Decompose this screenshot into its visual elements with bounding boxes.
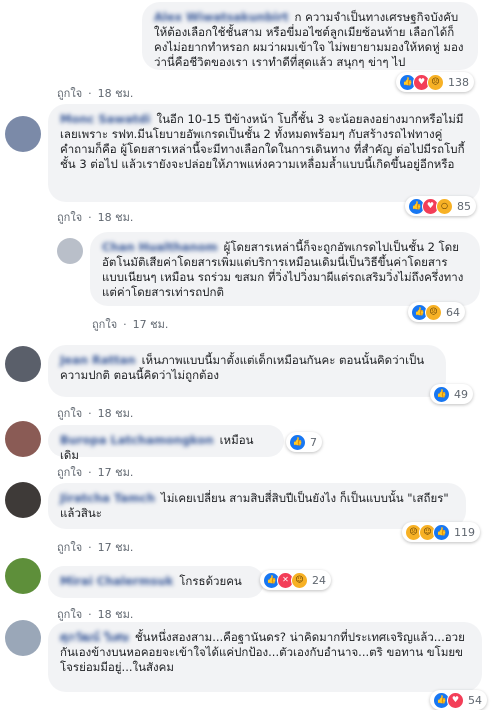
love-icon: ♥ (447, 691, 464, 709)
commenter-name[interactable]: Monc Sawatdi (60, 112, 150, 126)
avatar[interactable] (5, 620, 41, 656)
reaction-summary[interactable]: 👍 ☹ 64 (408, 302, 465, 322)
commenter-name[interactable]: Chan Hualthanom (102, 240, 218, 254)
comment-bubble: Alex Wiwatsakunbirt ก ความจำเป็นทางเศรษฐก… (142, 2, 478, 70)
commenter-name[interactable]: Alex Wiwatsakunbirt (154, 10, 289, 24)
comment-bubble: Buropa Latchamongkon เหมือนเดิม (48, 425, 284, 462)
reaction-count: 138 (448, 75, 469, 89)
reaction-count: 119 (454, 525, 475, 539)
sad-icon: ☹ (427, 73, 444, 91)
timestamp[interactable]: 17 ชม. (98, 541, 134, 554)
timestamp[interactable]: 18 ชม. (98, 87, 134, 100)
reaction-summary[interactable]: 👍 ✕ ☺ 24 (260, 570, 331, 590)
comment-bubble: Mirai Chalermsuk โกรธด้วยคน (48, 566, 264, 598)
like-icon: 👍 (433, 523, 450, 541)
reaction-count: 24 (312, 573, 326, 587)
like-icon: 👍 (289, 433, 306, 451)
reaction-summary[interactable]: 👍 7 (286, 432, 322, 452)
commenter-name[interactable]: Mirai Chalermsuk (60, 574, 173, 588)
comment-bubble: Monc Sawatdi ในอีก 10-15 ปีข้างหน้า โบกี้… (48, 104, 480, 202)
comment-bubble: Jiratcha Tamch ไม่เคยเปลี่ยน สามสิบสี่สิบ… (48, 483, 466, 529)
haha-icon: ☺ (291, 571, 308, 589)
like-link[interactable]: ถูกใจ (57, 211, 82, 224)
comment-meta: ถูกใจ · 18 ชม. (57, 407, 134, 420)
reaction-summary[interactable]: ☹ ☺ 👍 119 (402, 522, 480, 542)
timestamp[interactable]: 17 ชม. (133, 318, 169, 331)
like-link[interactable]: ถูกใจ (92, 318, 117, 331)
comment-bubble: Jean Rattan เห็นภาพแบบนี้มาตั้งแต่เด็กเหม… (48, 345, 446, 397)
timestamp[interactable]: 18 ชม. (98, 608, 134, 621)
comment-bubble: ศุภวัฒน์ วิเศษ ชั้นหนึ่งสองสาม...คือฐานัน… (48, 622, 482, 692)
reaction-summary[interactable]: 👍 49 (430, 384, 473, 404)
reaction-count: 49 (454, 387, 468, 401)
comment-meta: ถูกใจ · 18 ชม. (57, 211, 134, 224)
reaction-count: 54 (468, 693, 482, 707)
reaction-summary[interactable]: 👍 ♥ 54 (430, 690, 487, 710)
comment-text: โกรธด้วยคน (179, 574, 242, 588)
comment-meta: ถูกใจ · 17 ชม. (92, 318, 169, 331)
reaction-summary[interactable]: 👍 ♥ ○ 85 (405, 196, 476, 216)
wow-icon: ○ (436, 197, 453, 215)
comment-meta: ถูกใจ · 18 ชม. (57, 87, 134, 100)
like-link[interactable]: ถูกใจ (57, 466, 82, 479)
reaction-count: 7 (310, 435, 317, 449)
commenter-name[interactable]: Jiratcha Tamch (60, 491, 155, 505)
like-icon: 👍 (433, 385, 450, 403)
reaction-count: 64 (446, 305, 460, 319)
like-link[interactable]: ถูกใจ (57, 541, 82, 554)
comment-meta: ถูกใจ · 18 ชม. (57, 608, 134, 621)
avatar[interactable] (5, 116, 41, 152)
timestamp[interactable]: 18 ชม. (98, 211, 134, 224)
comment-meta: ถูกใจ · 17 ชม. (57, 541, 134, 554)
like-link[interactable]: ถูกใจ (57, 608, 82, 621)
comment-meta: ถูกใจ · 17 ชม. (57, 466, 134, 479)
avatar[interactable] (5, 346, 41, 382)
like-link[interactable]: ถูกใจ (57, 407, 82, 420)
timestamp[interactable]: 18 ชม. (98, 407, 134, 420)
commenter-name[interactable]: Jean Rattan (60, 353, 136, 367)
avatar[interactable] (57, 238, 83, 264)
reaction-count: 85 (457, 199, 471, 213)
comment-bubble: Chan Hualthanom ผู้โดยสารเหล่านี้ก็จะถูกอ… (90, 232, 480, 306)
reaction-summary[interactable]: 👍 ♥ ☹ 138 (396, 72, 474, 92)
commenter-name[interactable]: ศุภวัฒน์ วิเศษ (60, 630, 129, 644)
like-link[interactable]: ถูกใจ (57, 87, 82, 100)
commenter-name[interactable]: Buropa Latchamongkon (60, 433, 214, 447)
sad-icon: ☹ (425, 303, 442, 321)
avatar[interactable] (5, 558, 41, 594)
avatar[interactable] (5, 482, 41, 518)
timestamp[interactable]: 17 ชม. (98, 466, 134, 479)
avatar[interactable] (5, 421, 41, 457)
